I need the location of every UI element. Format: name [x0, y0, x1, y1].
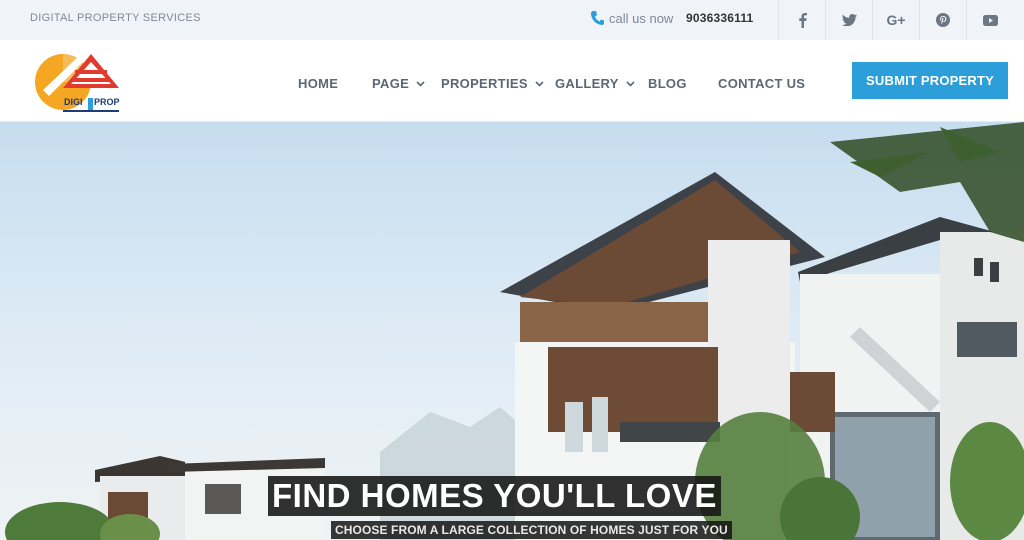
nav-item-home[interactable]: HOME [298, 76, 338, 91]
site-logo[interactable]: DIGI PROP [33, 50, 123, 116]
nav-label: PAGE [372, 76, 410, 91]
nav-label: GALLERY [555, 76, 619, 91]
nav-label: CONTACT US [718, 76, 806, 91]
phone-icon [591, 11, 604, 25]
hero-subtitle: CHOOSE FROM A LARGE COLLECTION OF HOMES … [331, 521, 732, 539]
top-bar: DIGITAL PROPERTY SERVICES call us now 90… [0, 0, 1024, 40]
hero-title: FIND HOMES YOU'LL LOVE [268, 476, 721, 516]
pinterest-icon[interactable] [919, 0, 966, 40]
nav-item-properties[interactable]: PROPERTIES [441, 76, 544, 91]
nav-item-page[interactable]: PAGE [372, 76, 425, 91]
nav-label: HOME [298, 76, 339, 91]
call-label: call us now [609, 10, 674, 26]
chevron-down-icon [416, 81, 425, 87]
site-tagline: DIGITAL PROPERTY SERVICES [30, 12, 201, 24]
facebook-icon[interactable] [778, 0, 825, 40]
nav-label: BLOG [648, 76, 687, 91]
social-links: G+ [778, 0, 1013, 40]
chevron-down-icon [535, 81, 544, 87]
nav-item-contact-us[interactable]: CONTACT US [718, 76, 805, 91]
chevron-down-icon [626, 81, 635, 87]
hero-banner: FIND HOMES YOU'LL LOVE CHOOSE FROM A LAR… [0, 122, 1024, 540]
submit-property-button[interactable]: SUBMIT PROPERTY [852, 62, 1008, 99]
logo-word-digi: DIGI [64, 97, 83, 107]
main-header: DIGI PROP HOME PAGE PROPERTIES GALLERY B… [0, 40, 1024, 122]
call-us: call us now [590, 10, 673, 26]
nav-label: PROPERTIES [441, 76, 528, 91]
nav-item-gallery[interactable]: GALLERY [555, 76, 635, 91]
youtube-icon[interactable] [966, 0, 1013, 40]
phone-number-link[interactable]: 9036336111 [686, 11, 753, 25]
google-plus-icon[interactable]: G+ [872, 0, 919, 40]
twitter-icon[interactable] [825, 0, 872, 40]
logo-word-prop: PROP [94, 97, 120, 107]
nav-item-blog[interactable]: BLOG [648, 76, 687, 91]
